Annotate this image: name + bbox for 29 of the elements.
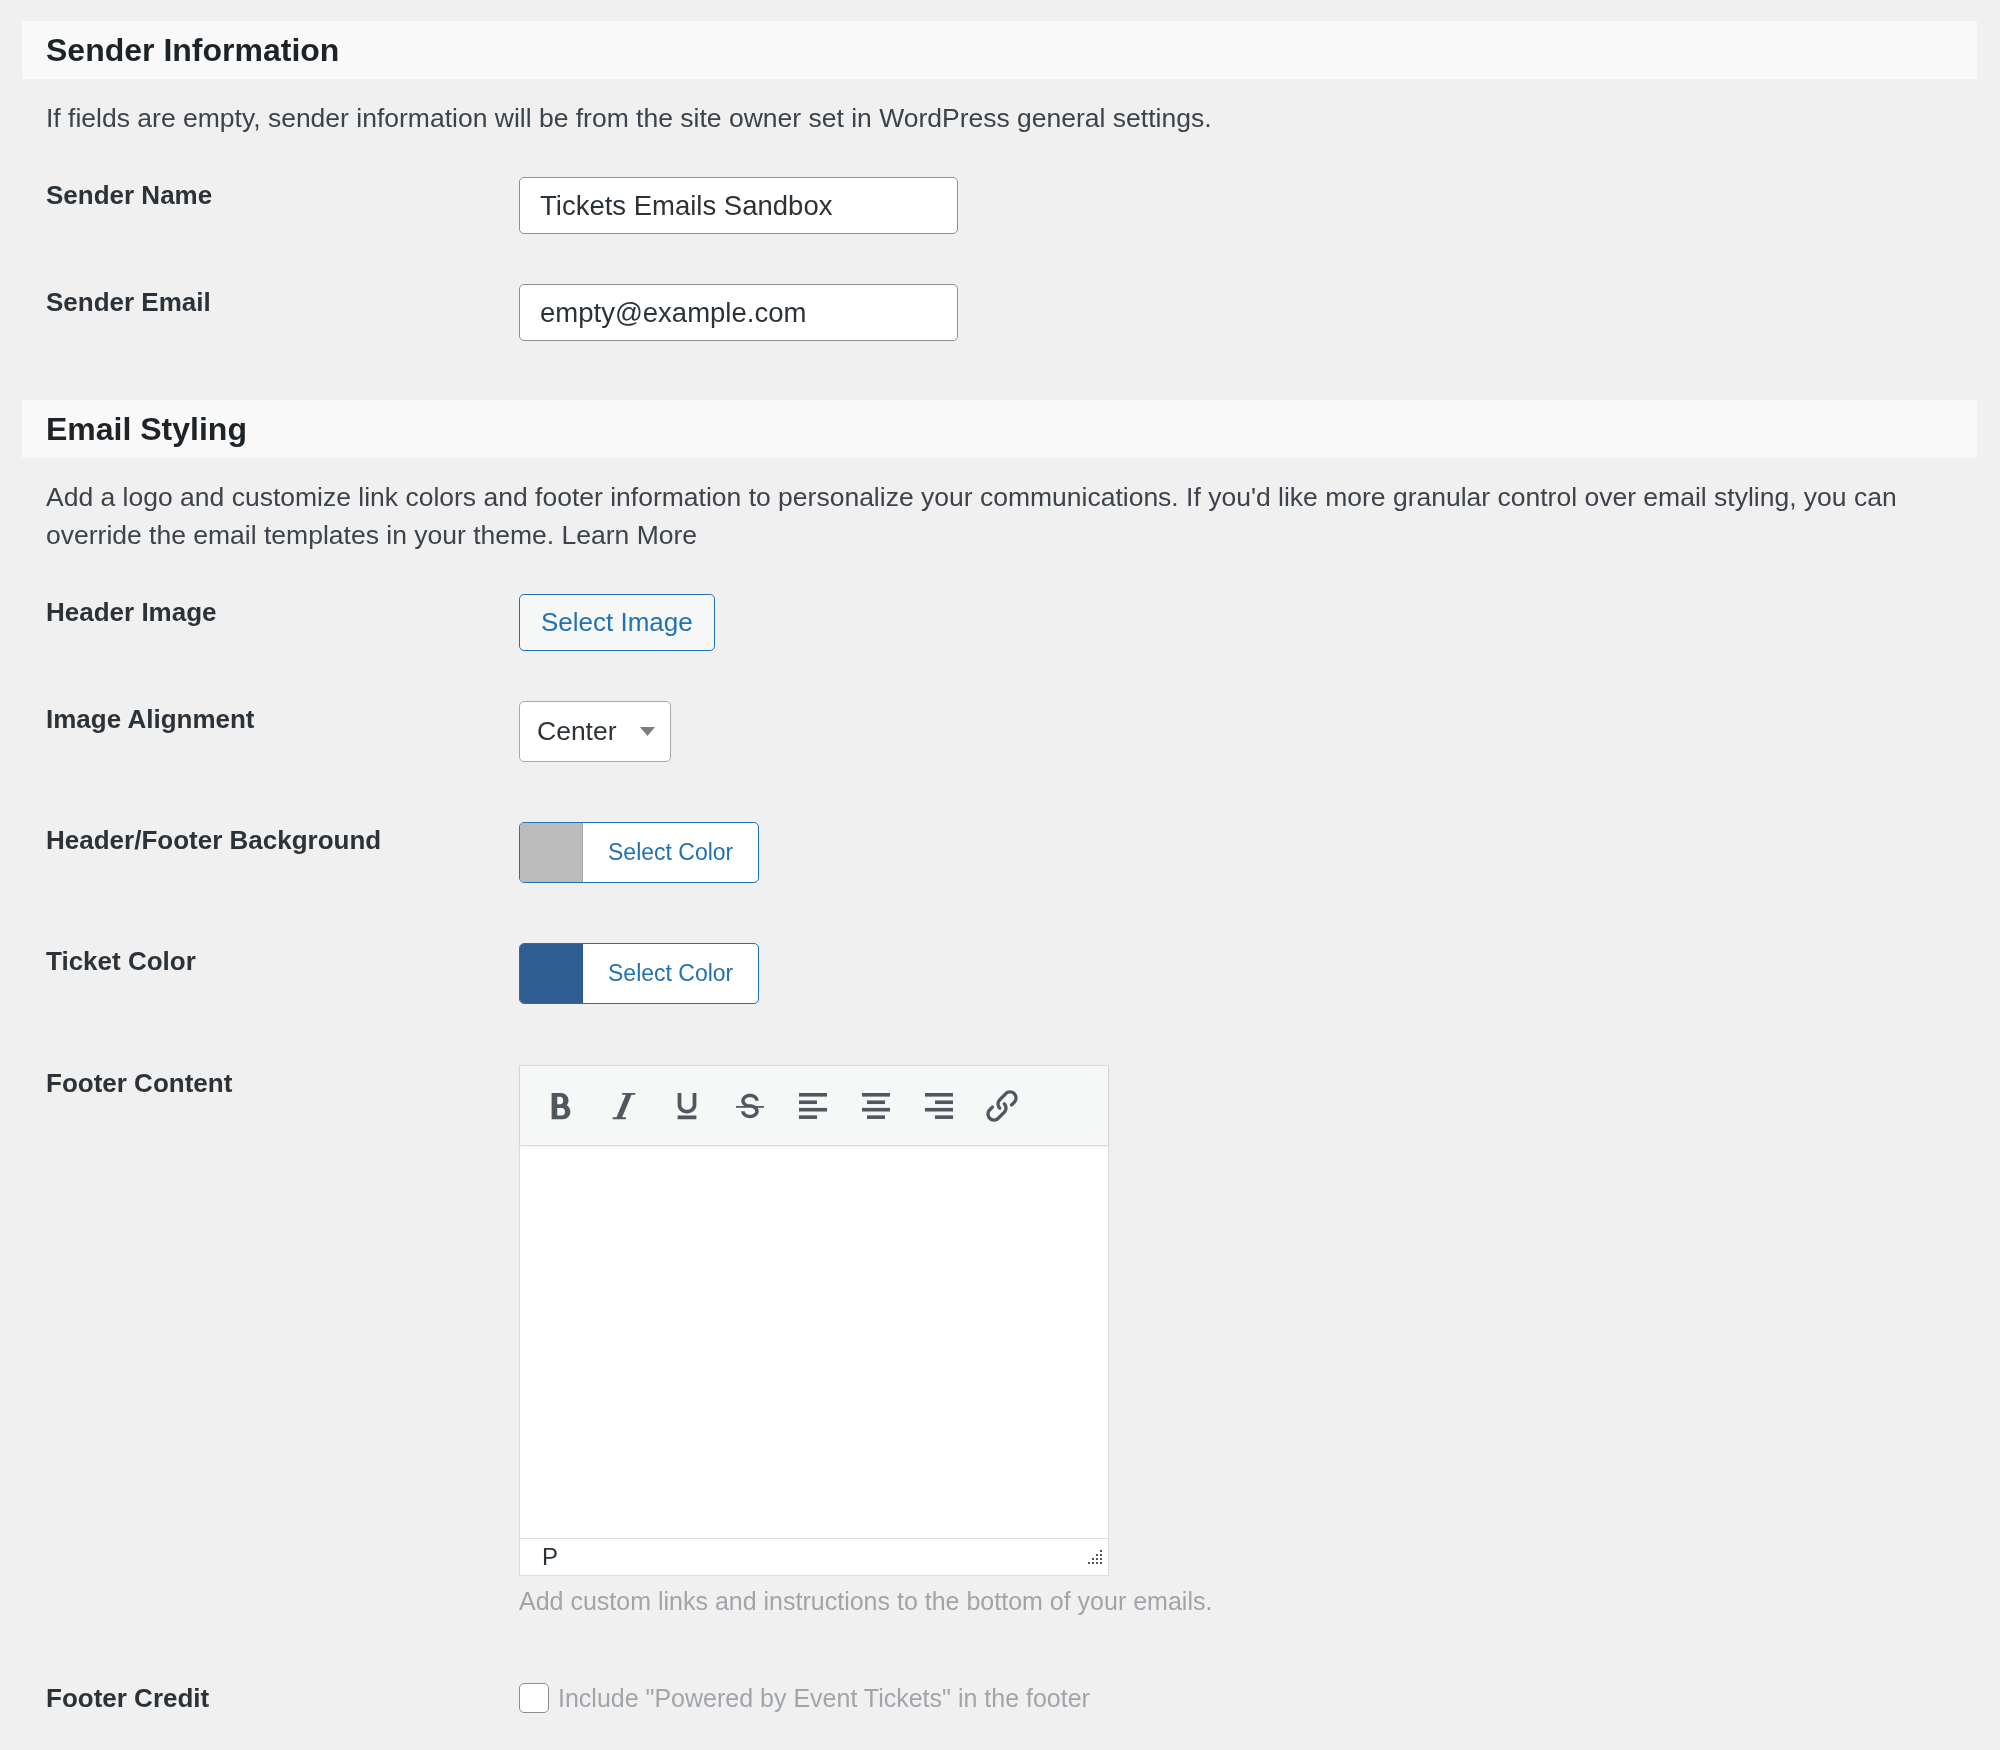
text-input[interactable]: Tickets Emails Sandbox: [519, 177, 958, 234]
field-label: Ticket Color: [46, 945, 197, 978]
checkbox-label: Include "Powered by Event Tickets" in the footer: [558, 1683, 1090, 1714]
select-color-button[interactable]: Select Color: [519, 943, 760, 1004]
link-icon[interactable]: [985, 1089, 1018, 1122]
field-label: Header Image: [46, 596, 218, 629]
help-text: Add custom links and instructions to the bottom of your emails.: [519, 1586, 1213, 1617]
section-title: Sender Information: [46, 31, 340, 70]
text-input[interactable]: empty@example.com: [519, 284, 958, 341]
field-label: Image Alignment: [46, 703, 256, 736]
caret-icon: [640, 727, 655, 736]
strikethrough-icon[interactable]: [735, 1091, 764, 1120]
field-label: Header/Footer Background: [46, 824, 383, 857]
align-left-icon[interactable]: [798, 1092, 827, 1119]
resize-grip-icon[interactable]: [1087, 1549, 1103, 1565]
section-title: Email Styling: [46, 410, 247, 449]
element-path[interactable]: P: [542, 1543, 558, 1571]
select-color-button[interactable]: Select Color: [519, 822, 760, 883]
section-description: Add a logo and customize link colors and footer information to personalize your communications. If you'd like more granular control over email styling, you can override the email templates in your theme. Learn More: [46, 481, 1898, 552]
checkbox[interactable]: [519, 1683, 549, 1713]
align-right-icon[interactable]: [924, 1092, 953, 1119]
field-label: Sender Email: [46, 286, 212, 319]
dropdown-select[interactable]: Center: [519, 701, 671, 762]
align-center-icon[interactable]: [861, 1092, 890, 1119]
field-label: Footer Credit: [46, 1682, 211, 1715]
select-image-button[interactable]: Select Image: [519, 594, 715, 651]
field-label: Footer Content: [46, 1067, 234, 1100]
field-label: Sender Name: [46, 179, 214, 212]
section-description: If fields are empty, sender information will be from the site owner set in WordPress general settings.: [46, 102, 1213, 135]
